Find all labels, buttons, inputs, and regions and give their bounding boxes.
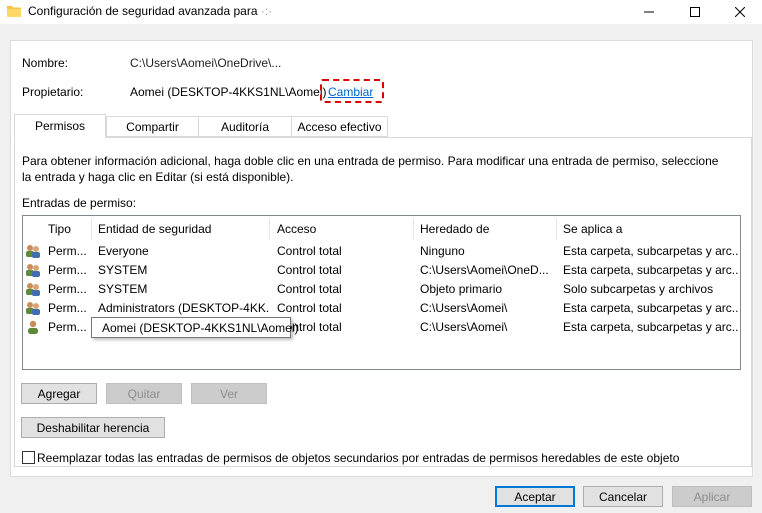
maximize-icon bbox=[690, 7, 700, 17]
cell-aplica: Esta carpeta, subcarpetas y arc... bbox=[563, 243, 738, 258]
users-group-icon bbox=[26, 302, 40, 315]
cell-tipo: Perm... bbox=[48, 262, 87, 277]
remove-button[interactable]: Quitar bbox=[106, 383, 182, 404]
column-header-tipo[interactable]: Tipo bbox=[44, 218, 92, 240]
entries-label: Entradas de permiso: bbox=[22, 196, 137, 210]
cell-entidad: SYSTEM bbox=[98, 262, 148, 277]
cell-aplica: Esta carpeta, subcarpetas y arc... bbox=[563, 319, 738, 334]
minimize-button[interactable] bbox=[627, 0, 671, 24]
cell-acceso: Control total bbox=[277, 281, 342, 296]
cell-entidad: Administrators (DESKTOP-4KK... bbox=[98, 300, 270, 315]
cell-heredado: Ninguno bbox=[420, 243, 465, 258]
close-button[interactable] bbox=[718, 0, 762, 24]
tab-compartir[interactable]: Compartir bbox=[106, 116, 199, 137]
cell-heredado: C:\Users\Aomei\ bbox=[420, 319, 508, 334]
table-row[interactable]: Perm... Everyone Control total Ninguno E… bbox=[23, 241, 740, 260]
table-row[interactable]: Perm... SYSTEM Control total C:\Users\Ao… bbox=[23, 260, 740, 279]
column-header-entidad[interactable]: Entidad de seguridad bbox=[94, 218, 270, 240]
cell-aplica: Esta carpeta, subcarpetas y arc... bbox=[563, 300, 738, 315]
tab-auditoria[interactable]: Auditoría bbox=[198, 116, 292, 137]
minimize-icon bbox=[644, 11, 654, 13]
info-text: Para obtener información adicional, haga… bbox=[22, 154, 719, 184]
cell-aplica: Solo subcarpetas y archivos bbox=[563, 281, 714, 296]
cell-heredado: Objeto primario bbox=[420, 281, 503, 296]
replace-checkbox-label[interactable]: Reemplazar todas las entradas de permiso… bbox=[37, 451, 679, 465]
maximize-button[interactable] bbox=[673, 0, 717, 24]
replace-checkbox[interactable] bbox=[22, 451, 35, 464]
window-title: Configuración de seguridad avanzada para… bbox=[28, 4, 273, 18]
cell-tipo: Perm... bbox=[48, 243, 87, 258]
users-group-icon bbox=[26, 283, 40, 296]
close-icon bbox=[735, 7, 745, 17]
cell-acceso: Control total bbox=[277, 243, 342, 258]
column-header-acceso[interactable]: Acceso bbox=[273, 218, 414, 240]
table-row[interactable]: Perm... SYSTEM Control total Objeto prim… bbox=[23, 279, 740, 298]
propietario-value: Aomei (DESKTOP-4KKS1NL\Aomei) bbox=[130, 85, 327, 99]
add-button[interactable]: Agregar bbox=[21, 383, 97, 404]
cell-heredado: C:\Users\Aomei\ bbox=[420, 300, 508, 315]
cell-entidad: SYSTEM bbox=[98, 281, 148, 296]
cell-acceso: Control total bbox=[277, 300, 342, 315]
table-row[interactable]: Perm... Administrators (DESKTOP-4KK... C… bbox=[23, 298, 740, 317]
title-bar: Configuración de seguridad avanzada para… bbox=[0, 0, 762, 24]
cell-heredado: C:\Users\Aomei\OneD... bbox=[420, 262, 549, 277]
tooltip: Aomei (DESKTOP-4KKS1NL\Aomei) bbox=[91, 317, 299, 338]
cell-tipo: Perm... bbox=[48, 319, 87, 334]
cell-tipo: Perm... bbox=[48, 300, 87, 315]
cambiar-link[interactable]: Cambiar bbox=[328, 85, 373, 99]
cell-aplica: Esta carpeta, subcarpetas y arc... bbox=[563, 262, 738, 277]
disable-inheritance-button[interactable]: Deshabilitar herencia bbox=[21, 417, 165, 438]
column-header-heredado[interactable]: Heredado de bbox=[416, 218, 557, 240]
folder-icon bbox=[7, 6, 21, 17]
cell-tipo: Perm... bbox=[48, 281, 87, 296]
cell-entidad: Everyone bbox=[98, 243, 149, 258]
column-header-aplica[interactable]: Se aplica a bbox=[559, 218, 739, 240]
cell-acceso: Control total bbox=[277, 262, 342, 277]
nombre-value: C:\Users\Aomei\OneDrive\... bbox=[130, 56, 282, 70]
user-icon bbox=[28, 320, 38, 334]
users-group-icon bbox=[26, 245, 40, 258]
propietario-label: Propietario: bbox=[22, 85, 84, 99]
view-button[interactable]: Ver bbox=[191, 383, 267, 404]
ok-button[interactable]: Aceptar bbox=[495, 486, 575, 507]
tab-permisos[interactable]: Permisos bbox=[14, 114, 106, 138]
cancel-button[interactable]: Cancelar bbox=[583, 486, 663, 507]
tab-acceso-efectivo[interactable]: Acceso efectivo bbox=[291, 116, 388, 137]
nombre-label: Nombre: bbox=[22, 56, 69, 70]
apply-button[interactable]: Aplicar bbox=[672, 486, 752, 507]
users-group-icon bbox=[26, 264, 40, 277]
